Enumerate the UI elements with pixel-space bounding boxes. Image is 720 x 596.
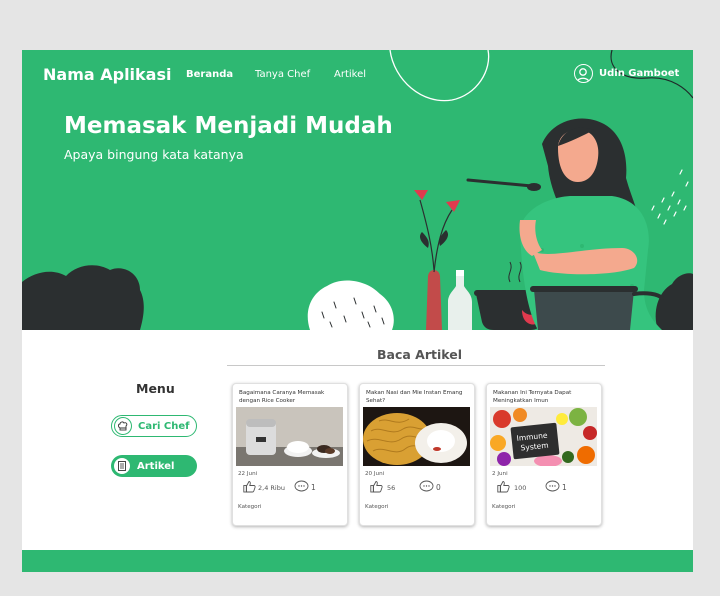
article-card[interactable]: Makanan Ini Ternyata Dapat Meningkatkan … (486, 383, 602, 526)
comment-count: 1 (562, 483, 567, 492)
user-menu[interactable]: Udin Gamboet (574, 64, 679, 83)
hero-subtitle: Apaya bingung kata katanya (64, 147, 244, 162)
section-divider (227, 365, 605, 366)
hero-title: Memasak Menjadi Mudah (64, 113, 393, 139)
app-title[interactable]: Nama Aplikasi (43, 65, 171, 84)
artikel-label: Artikel (137, 460, 175, 472)
comment-icon (419, 480, 434, 495)
article-card[interactable]: Bagaimana Caranya Memasak dengan Rice Co… (232, 383, 348, 526)
article-category[interactable]: Kategori (492, 504, 515, 510)
user-circle-icon (574, 64, 593, 83)
like-button[interactable]: 100 (497, 480, 526, 495)
comment-count: 0 (436, 483, 441, 492)
comment-count: 1 (311, 483, 316, 492)
chef-hat-icon (114, 417, 132, 435)
like-icon (497, 480, 510, 495)
like-count: 56 (387, 483, 396, 492)
section-title: Baca Artikel (377, 347, 462, 362)
article-title: Makanan Ini Ternyata Dapat Meningkatkan … (493, 390, 572, 404)
nav-item-artikel[interactable]: Artikel (334, 69, 366, 80)
article-date: 20 Juni (365, 471, 385, 477)
article-title: Bagaimana Caranya Memasak dengan Rice Co… (239, 390, 325, 404)
comment-button[interactable]: 1 (294, 480, 316, 495)
like-icon (243, 480, 256, 495)
app-frame: Nama Aplikasi Beranda Tanya Chef Artikel… (22, 50, 693, 572)
article-title: Makan Nasi dan Mie Instan Emang Sehat? (366, 390, 463, 404)
like-count: 2,4 Ribu (258, 483, 285, 492)
hero-banner: Nama Aplikasi Beranda Tanya Chef Artikel… (22, 50, 693, 330)
nav-item-tanya-chef[interactable]: Tanya Chef (255, 69, 310, 80)
article-date: 2 Juni (492, 471, 508, 477)
like-button[interactable]: 2,4 Ribu (243, 480, 285, 495)
like-button[interactable]: 56 (370, 480, 395, 495)
comment-icon (294, 480, 309, 495)
comment-button[interactable]: 0 (419, 480, 441, 495)
cari-chef-label: Cari Chef (138, 420, 190, 432)
article-date: 22 Juni (238, 471, 258, 477)
article-category[interactable]: Kategori (365, 504, 388, 510)
artikel-button[interactable]: Artikel (111, 455, 197, 477)
article-image (363, 407, 470, 466)
menu-title: Menu (136, 381, 175, 396)
article-image: Immune System (490, 407, 597, 466)
article-image (236, 407, 343, 466)
article-card[interactable]: Makan Nasi dan Mie Instan Emang Sehat? 2… (359, 383, 475, 526)
comment-icon (545, 480, 560, 495)
nav-item-beranda[interactable]: Beranda (186, 69, 233, 80)
article-category[interactable]: Kategori (238, 504, 261, 510)
cari-chef-button[interactable]: Cari Chef (111, 415, 197, 437)
like-icon (370, 480, 383, 495)
user-name: Udin Gamboet (599, 68, 680, 79)
footer-bar (22, 550, 693, 572)
comment-button[interactable]: 1 (545, 480, 567, 495)
hero-illustration (22, 50, 693, 330)
like-count: 100 (514, 483, 527, 492)
article-icon (113, 457, 131, 475)
